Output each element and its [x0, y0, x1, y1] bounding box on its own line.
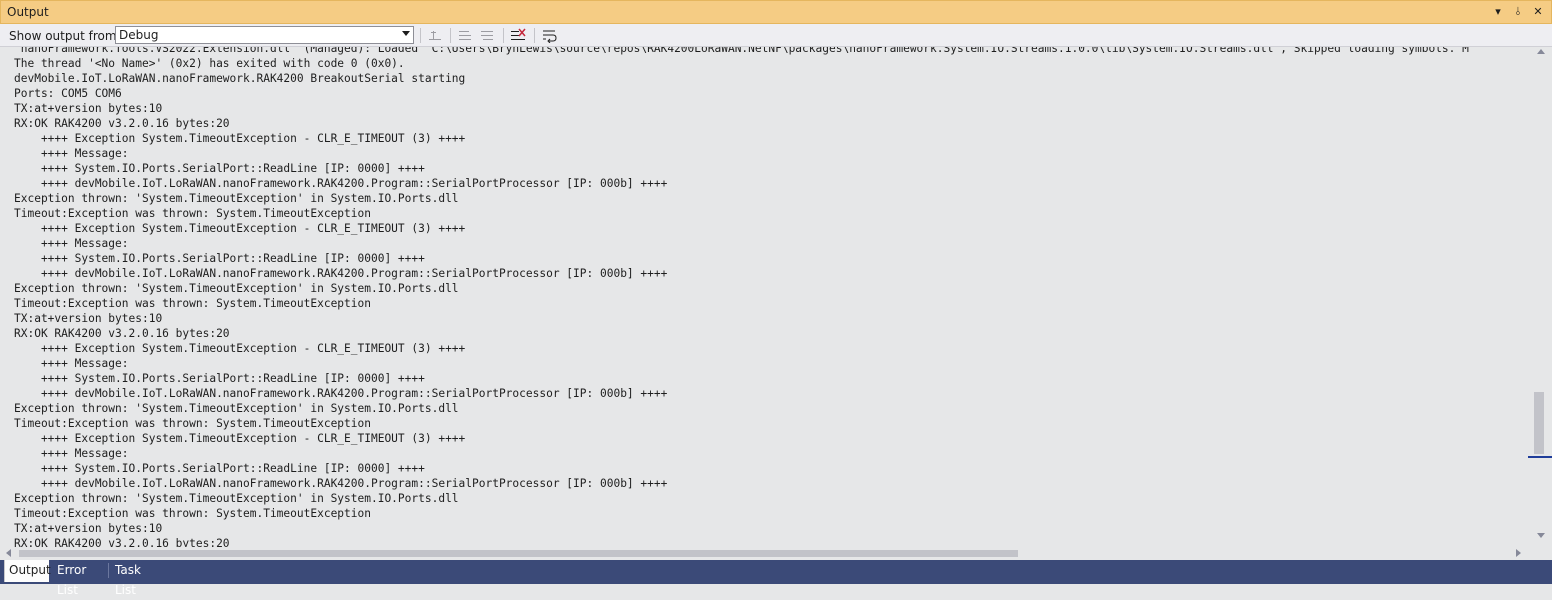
output-line: nanoFramework.Tools.VS2022.Extension.dll…	[14, 47, 1469, 55]
output-line: ++++ Message:	[14, 237, 129, 250]
close-icon[interactable]: ✕	[1531, 4, 1545, 20]
scroll-up-icon[interactable]	[1537, 49, 1545, 54]
output-line: Exception thrown: 'System.TimeoutExcepti…	[14, 282, 459, 295]
output-line: ++++ Exception System.TimeoutException -…	[14, 222, 466, 235]
toolbar-separator	[534, 28, 535, 43]
output-line: ++++ Message:	[14, 447, 129, 460]
tab-task-list[interactable]: Task List	[111, 560, 163, 597]
output-line: Timeout:Exception was thrown: System.Tim…	[14, 417, 371, 430]
previous-message-button[interactable]	[456, 27, 474, 44]
output-line: Timeout:Exception was thrown: System.Tim…	[14, 297, 371, 310]
output-line: ++++ Exception System.TimeoutException -…	[14, 132, 466, 145]
output-line: Exception thrown: 'System.TimeoutExcepti…	[14, 192, 459, 205]
vertical-scrollbar[interactable]	[1528, 47, 1552, 547]
output-line: ++++ System.IO.Ports.SerialPort::ReadLin…	[14, 252, 425, 265]
tab-error-list[interactable]: Error List	[53, 560, 109, 597]
output-source-value: Debug	[119, 28, 159, 42]
pin-icon[interactable]: ⫰	[1511, 4, 1525, 20]
output-line: ++++ devMobile.IoT.LoRaWAN.nanoFramework…	[14, 177, 668, 190]
output-line: The thread '<No Name>' (0x2) has exited …	[14, 57, 405, 70]
output-line: TX:at+version bytes:10	[14, 312, 163, 325]
scroll-right-icon[interactable]	[1516, 549, 1521, 557]
output-line: ++++ System.IO.Ports.SerialPort::ReadLin…	[14, 372, 425, 385]
toggle-word-wrap-button[interactable]	[540, 27, 558, 44]
output-line: ++++ Message:	[14, 357, 129, 370]
bottom-tab-bar: Output Error List Task List	[0, 560, 1552, 597]
output-source-select[interactable]: Debug	[115, 26, 414, 44]
horizontal-scrollbar[interactable]	[0, 547, 1531, 560]
output-line: ++++ Exception System.TimeoutException -…	[14, 432, 466, 445]
output-toolbar: Show output from: Debug	[0, 24, 1552, 47]
output-line: TX:at+version bytes:10	[14, 102, 163, 115]
horizontal-scroll-thumb[interactable]	[19, 550, 1018, 557]
chevron-down-icon	[402, 31, 410, 36]
output-line: ++++ System.IO.Ports.SerialPort::ReadLin…	[14, 462, 425, 475]
output-line: ++++ devMobile.IoT.LoRaWAN.nanoFramework…	[14, 477, 668, 490]
output-line: ++++ Exception System.TimeoutException -…	[14, 342, 466, 355]
output-line: ++++ devMobile.IoT.LoRaWAN.nanoFramework…	[14, 387, 668, 400]
output-line: Exception thrown: 'System.TimeoutExcepti…	[14, 402, 459, 415]
clear-all-button[interactable]	[509, 27, 527, 44]
tab-error-list-label: Error List	[57, 563, 87, 597]
tab-output[interactable]: Output	[4, 560, 51, 582]
clear-x-icon	[518, 28, 526, 37]
output-line: Timeout:Exception was thrown: System.Tim…	[14, 207, 371, 220]
output-line: RX:OK RAK4200 v3.2.0.16 bytes:20	[14, 537, 230, 547]
output-line: Ports: COM5 COM6	[14, 87, 122, 100]
scrollbar-corner	[1531, 547, 1552, 560]
output-line: ++++ System.IO.Ports.SerialPort::ReadLin…	[14, 162, 425, 175]
output-line: ++++ devMobile.IoT.LoRaWAN.nanoFramework…	[14, 267, 668, 280]
output-text-area[interactable]: nanoFramework.Tools.VS2022.Extension.dll…	[0, 47, 1531, 547]
output-line: TX:at+version bytes:10	[14, 522, 163, 535]
output-line: RX:OK RAK4200 v3.2.0.16 bytes:20	[14, 117, 230, 130]
window-title: Output	[7, 5, 49, 19]
find-message-in-code-button[interactable]	[426, 27, 444, 44]
output-window-titlebar: Output ▾ ⫰ ✕	[0, 0, 1552, 24]
output-log: nanoFramework.Tools.VS2022.Extension.dll…	[14, 47, 1469, 547]
output-line: Exception thrown: 'System.TimeoutExcepti…	[14, 492, 459, 505]
toolbar-separator	[420, 28, 421, 43]
output-line: devMobile.IoT.LoRaWAN.nanoFramework.RAK4…	[14, 72, 466, 85]
tab-task-list-label: Task List	[115, 563, 141, 597]
scroll-down-icon[interactable]	[1537, 533, 1545, 538]
output-line: RX:OK RAK4200 v3.2.0.16 bytes:20	[14, 327, 230, 340]
word-wrap-icon	[543, 30, 557, 43]
output-line: ++++ Message:	[14, 147, 129, 160]
output-line: Timeout:Exception was thrown: System.Tim…	[14, 507, 371, 520]
toolbar-separator	[503, 28, 504, 43]
show-output-from-label: Show output from:	[9, 29, 121, 43]
next-message-button[interactable]	[478, 27, 496, 44]
scroll-position-marker	[1528, 456, 1552, 458]
toolbar-separator	[450, 28, 451, 43]
scroll-left-icon[interactable]	[6, 549, 11, 557]
vertical-scroll-thumb[interactable]	[1534, 392, 1544, 454]
window-menu-icon[interactable]: ▾	[1491, 4, 1505, 20]
tab-output-label: Output	[9, 563, 51, 577]
